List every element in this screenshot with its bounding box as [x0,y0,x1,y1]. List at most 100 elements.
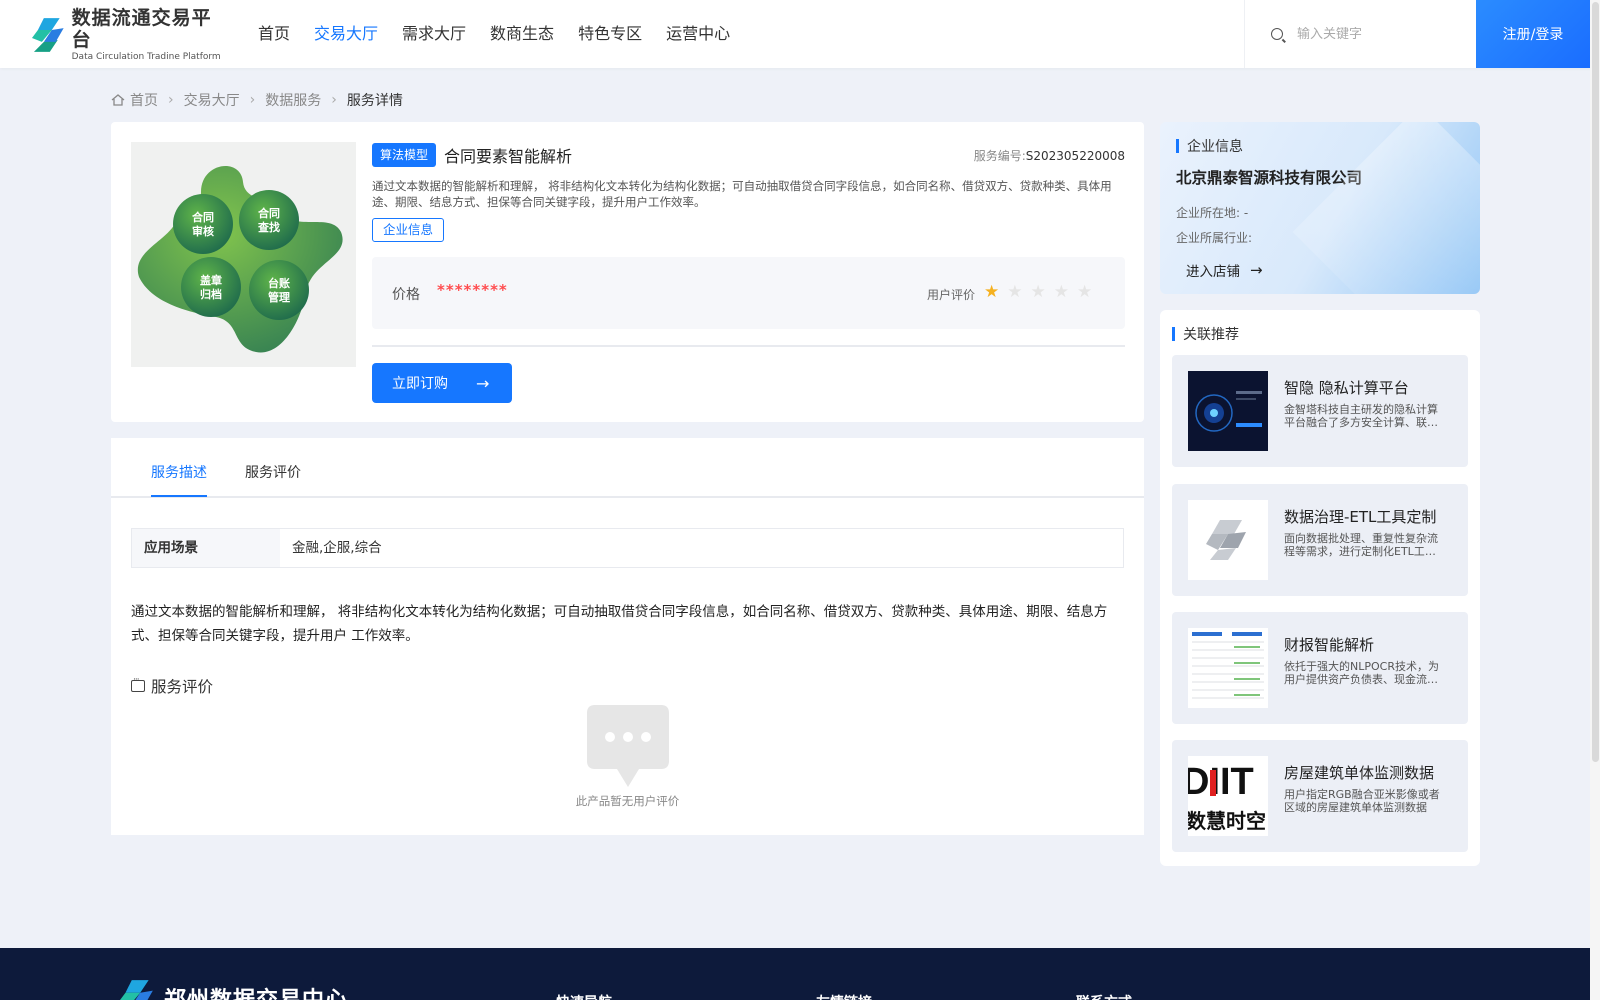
product-image: 合同 审核 合同 查找 盖章 归档 台账 管理 [131,142,356,367]
service-number-label: 服务编号: [973,149,1026,163]
search-input[interactable] [1297,26,1467,42]
arrow-right-icon: → [1250,261,1263,279]
related-item[interactable]: 财报智能解析 依托于强大的NLPOCR技术，为用户提供资产负债表、现金流量表等解… [1172,612,1468,724]
thumb-logo-cn: 数慧时空 [1188,809,1266,833]
footer-col-links: 友情链接 [816,992,872,1000]
chevron-right-icon: › [331,92,337,108]
related-title: 房屋建筑单体监测数据 [1284,764,1435,782]
rating-label: 用户评价 [927,288,976,302]
detail-tabs-card: 服务描述 服务评价 应用场景 金融,企服,综合 通过文本数据的智能解析和理解， … [111,438,1144,835]
nav-operation-center[interactable]: 运营中心 [666,22,730,46]
related-item[interactable]: 智隐 隐私计算平台 金智塔科技自主研发的隐私计算平台融合了多方安全计算、联邦学习… [1172,355,1468,467]
main-nav: 首页 交易大厅 需求大厅 数商生态 特色专区 运营中心 [258,22,754,46]
star-icon: ★ [1007,282,1023,302]
product-description: 通过文本数据的智能解析和理解， 将非结构化文本转化为结构化数据；可自动抽取借贷合… [372,179,1112,209]
related-desc: 依托于强大的NLPOCR技术，为用户提供资产负债表、现金流量表等解析 [1284,660,1439,686]
title-row: 算法模型 合同要素智能解析 服务编号:S202305220008 [372,142,1125,168]
image-label-review: 合同 [192,210,214,224]
image-label-archive: 盖章 [200,273,222,287]
company-location: 企业所在地: - [1176,206,1249,220]
company-info-tag[interactable]: 企业信息 [372,218,445,242]
contract-flow-illustration: 合同 审核 合同 查找 盖章 归档 台账 管理 [137,165,343,353]
order-now-button[interactable]: 立即订购 → [372,363,512,403]
company-info-card: 企业信息 北京鼎泰智源科技有限公司 企业所在地: - 企业所属行业: 进入店铺 … [1160,122,1480,294]
scene-value: 金融,企服,综合 [292,540,382,556]
footer-logo-icon [120,980,153,1000]
related-title: 数据治理-ETL工具定制 [1284,508,1437,526]
breadcrumb-data-service[interactable]: 数据服务 [265,90,321,110]
related-thumb-privacy [1188,371,1268,451]
nav-special-zone[interactable]: 特色专区 [578,22,642,46]
svg-text:管理: 管理 [268,290,290,304]
scene-key: 应用场景 [132,529,280,567]
scrollbar-thumb[interactable] [1592,2,1599,762]
related-desc: 金智塔科技自主研发的隐私计算平台融合了多方安全计算、联邦学习等技术 [1284,403,1438,429]
home-icon [111,94,125,106]
tab-service-description[interactable]: 服务描述 [151,462,207,482]
heading-bar [1172,327,1175,341]
service-description-text: 通过文本数据的智能解析和理解， 将非结构化文本转化为结构化数据；可自动抽取借贷合… [131,604,1108,644]
enter-store-link[interactable]: 进入店铺 → [1186,260,1263,280]
breadcrumb-trading-hall[interactable]: 交易大厅 [184,90,240,110]
related-thumb-building: DIIT 数慧时空 [1188,756,1268,836]
login-button[interactable]: 注册/登录 [1476,0,1590,68]
review-heading: 服务评价 [131,675,213,697]
category-tag: 算法模型 [372,143,437,167]
footer-col-quick-nav: 快速导航 [556,992,612,1000]
related-item[interactable]: 数据治理-ETL工具定制 面向数据批处理、重复性复杂流程等需求，进行定制化ETL… [1172,484,1468,596]
heading-bar [1176,139,1179,153]
star-icon: ★ [1077,282,1093,302]
company-info-heading: 企业信息 [1176,136,1243,156]
related-thumb-financial [1188,628,1268,708]
related-desc: 面向数据批处理、重复性复杂流程等需求，进行定制化ETL工具开发 [1284,532,1438,558]
chevron-right-icon: › [168,92,174,108]
price-box: 价格 ******** 用户评价 ★ ★ ★ ★ ★ [372,257,1125,329]
logo-subtitle: Data Circulation Tradine Platform [71,52,221,62]
tab-service-review[interactable]: 服务评价 [245,462,301,482]
related-thumb-etl [1188,500,1268,580]
breadcrumb-home[interactable]: 首页 [130,90,158,110]
empty-review-text: 此产品暂无用户评价 [575,794,680,808]
related-recommendations: 关联推荐 智隐 隐私计算平台 金智塔科技自主研发的隐私计算平台融合了多方安全计算… [1160,310,1480,866]
nav-trading-hall[interactable]: 交易大厅 [314,22,378,46]
product-title: 合同要素智能解析 [444,147,573,166]
logo-mark-icon [31,18,64,52]
related-heading-label: 关联推荐 [1183,327,1239,343]
footer: 郑州数据交易中心 快速导航 友情链接 联系方式 [0,948,1590,1000]
page-scrollbar[interactable] [1590,0,1600,1000]
company-name: 北京鼎泰智源科技有限公司 [1176,169,1363,187]
tab-bar: 服务描述 服务评价 [111,438,1144,498]
product-card: 合同 审核 合同 查找 盖章 归档 台账 管理 算法模型 合同要素智能解析 服务… [111,122,1144,422]
svg-text:查找: 查找 [258,220,280,234]
platform-logo[interactable]: 数据流通交易平台 Data Circulation Tradine Platfo… [30,7,230,62]
footer-col-contact: 联系方式 [1076,992,1132,1000]
nav-demand-hall[interactable]: 需求大厅 [402,22,466,46]
star-icon: ★ [984,282,1000,302]
order-now-label: 立即订购 [392,376,448,392]
chevron-right-icon: › [249,92,256,108]
empty-comment-icon [587,705,669,787]
nav-home[interactable]: 首页 [258,22,290,46]
star-icon: ★ [1030,282,1046,302]
enter-store-label: 进入店铺 [1186,264,1240,280]
related-item[interactable]: DIIT 数慧时空 房屋建筑单体监测数据 用户指定RGB融合亚米影像或者区域的房… [1172,740,1468,852]
footer-logo: 郑州数据交易中心 [116,978,348,1000]
image-label-search: 合同 [258,206,280,220]
price-value: ******** [437,281,508,299]
related-title: 智隐 隐私计算平台 [1284,379,1409,397]
scene-table: 应用场景 金融,企服,综合 [131,528,1124,568]
related-desc: 用户指定RGB融合亚米影像或者区域的房屋建筑单体监测数据 [1284,788,1440,814]
service-number-value: S202305220008 [1025,149,1125,163]
related-heading: 关联推荐 [1172,324,1239,344]
product-info: 算法模型 合同要素智能解析 服务编号:S202305220008 通过文本数据的… [372,142,1125,242]
svg-text:归档: 归档 [200,287,222,301]
related-title: 财报智能解析 [1284,636,1375,654]
review-heading-label: 服务评价 [151,678,214,696]
image-label-ledger: 台账 [268,276,290,290]
footer-title: 郑州数据交易中心 [164,982,348,1000]
nav-ecosystem[interactable]: 数商生态 [490,22,554,46]
price-label: 价格 [392,287,420,303]
search-icon[interactable] [1271,28,1283,40]
star-icon: ★ [1053,282,1069,302]
thumb-logo-text: DIIT [1188,761,1254,803]
